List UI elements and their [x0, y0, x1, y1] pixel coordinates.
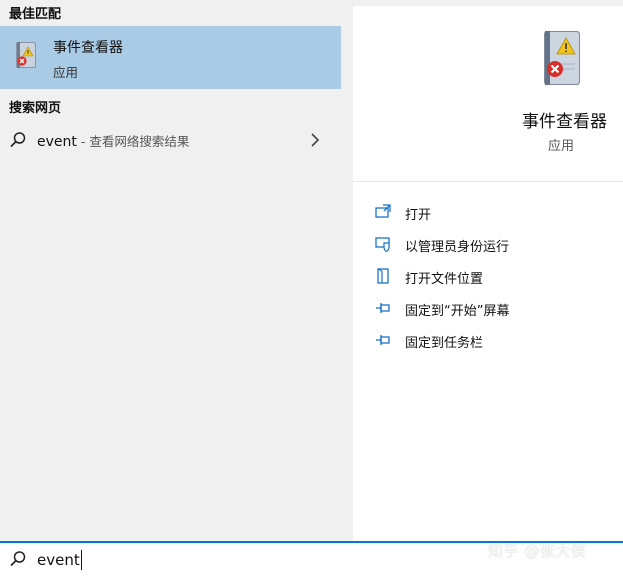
action-label: 固定到任务栏 [405, 336, 484, 351]
web-result-hint: - 查看网络搜索结果 [76, 134, 190, 149]
action-label: 固定到“开始”屏幕 [405, 304, 510, 319]
pin-start-icon [376, 303, 390, 313]
search-icon [10, 132, 26, 148]
preview-pane: 事件查看器 应用 打开 以管理员身份运行 打开文件位置 固定到“开始”屏幕 固定… [353, 6, 623, 541]
best-match-header: 最佳匹配 [9, 7, 62, 22]
open-icon [375, 204, 391, 218]
event-viewer-icon [544, 31, 580, 85]
action-open-file-location[interactable]: 打开文件位置 [353, 263, 623, 291]
web-search-header: 搜索网页 [9, 101, 62, 116]
event-viewer-icon [16, 42, 36, 68]
action-open[interactable]: 打开 [353, 199, 623, 227]
action-pin-to-taskbar[interactable]: 固定到任务栏 [353, 327, 623, 355]
watermark: 知乎 @张大侠 [488, 542, 587, 560]
chevron-right-icon[interactable] [310, 132, 320, 148]
action-label: 打开文件位置 [405, 272, 484, 287]
open-file-location-icon [377, 268, 389, 284]
results-pane: 最佳匹配 事件查看器 应用 搜索网页 event - 查看网络搜索结果 [0, 0, 341, 541]
search-icon [10, 551, 26, 567]
best-match-item[interactable]: 事件查看器 应用 [0, 26, 341, 89]
web-result-query: event [37, 134, 77, 150]
web-search-result[interactable]: event - 查看网络搜索结果 [0, 122, 341, 160]
action-pin-to-start[interactable]: 固定到“开始”屏幕 [353, 295, 623, 323]
action-label: 以管理员身份运行 [405, 240, 510, 255]
start-search-window: 最佳匹配 事件查看器 应用 搜索网页 event - 查看网络搜索结果 事件查看… [0, 0, 623, 576]
best-match-subtitle: 应用 [53, 65, 79, 80]
preview-divider [353, 181, 623, 182]
action-label: 打开 [405, 208, 432, 223]
search-input[interactable]: event [37, 550, 82, 570]
pin-taskbar-icon [376, 335, 390, 345]
action-run-as-admin[interactable]: 以管理员身份运行 [353, 231, 623, 259]
web-result-text: event - 查看网络搜索结果 [37, 131, 189, 150]
preview-title: 事件查看器 [522, 112, 607, 132]
run-as-admin-icon [375, 237, 390, 253]
best-match-title: 事件查看器 [53, 40, 123, 56]
preview-subtitle: 应用 [547, 139, 574, 154]
